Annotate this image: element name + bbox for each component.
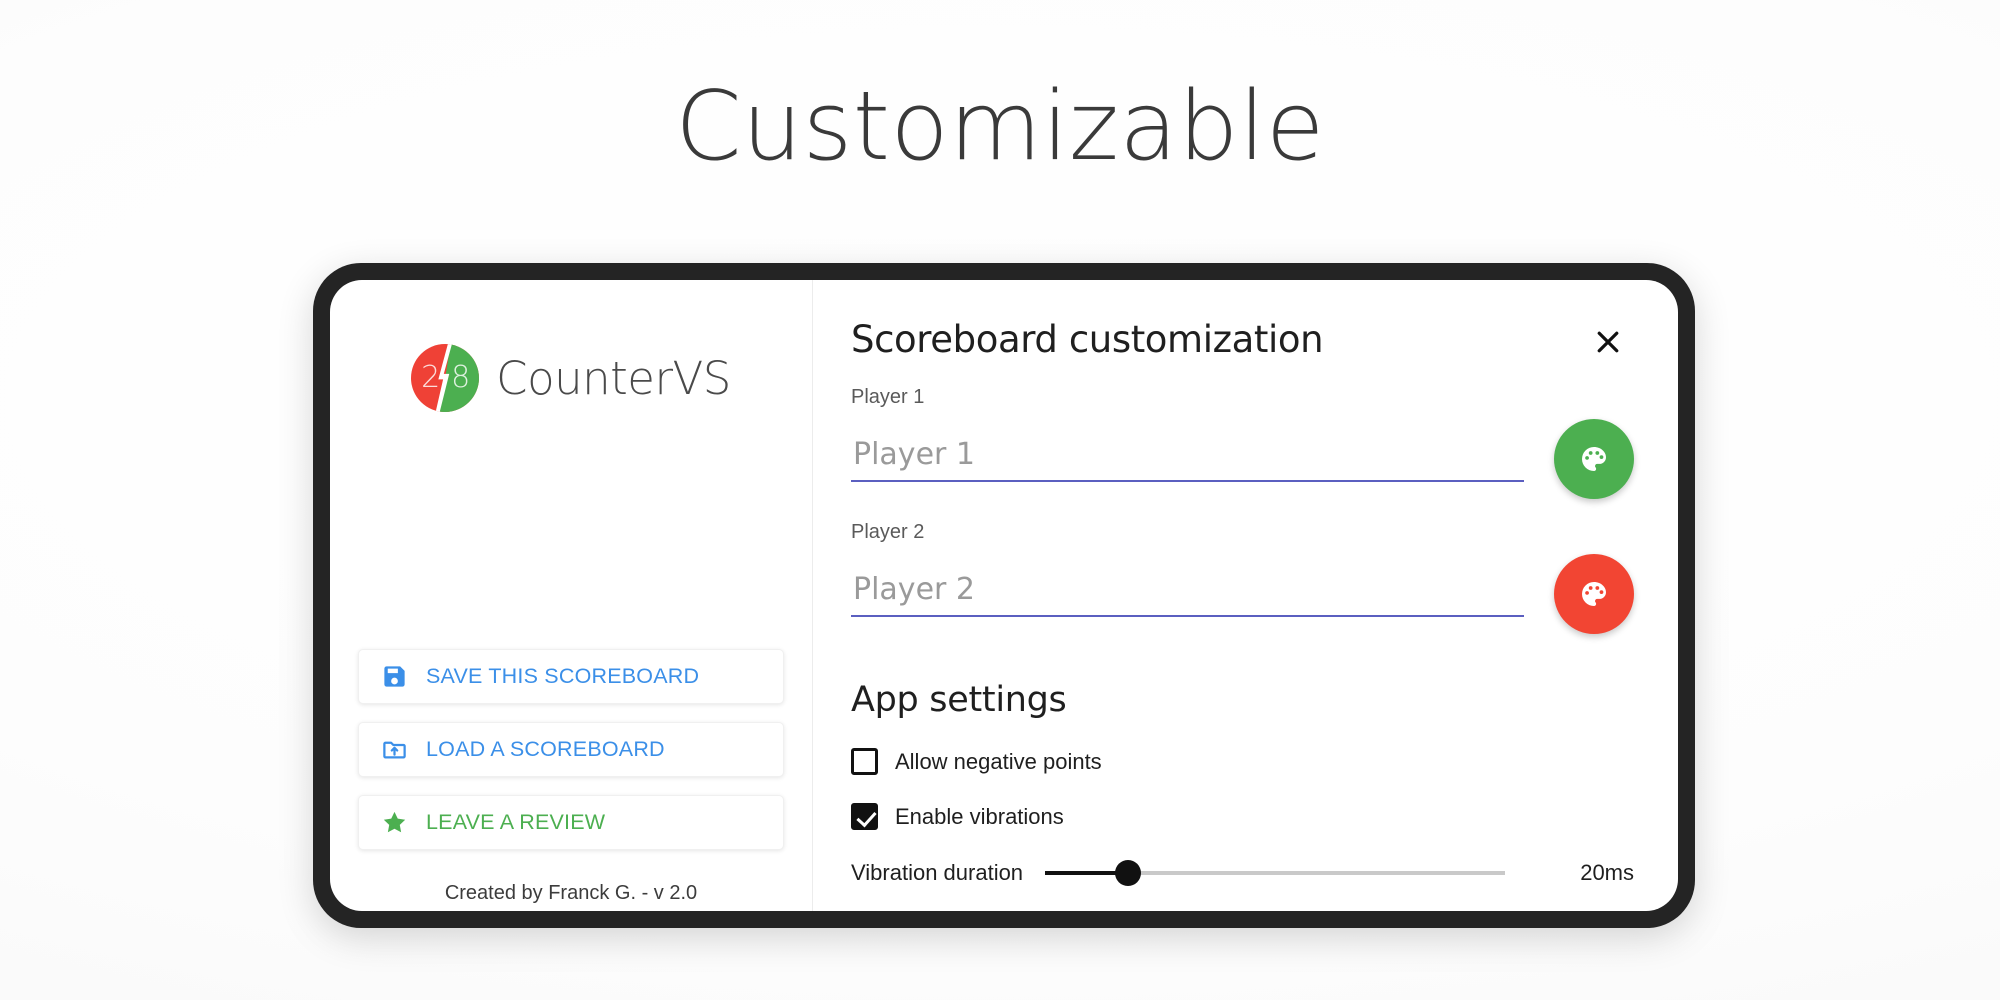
load-scoreboard-label: LOAD A SCOREBOARD [426, 737, 665, 761]
panel-header: Scoreboard customization [851, 318, 1634, 364]
app-settings-title: App settings [851, 680, 1067, 720]
leave-review-button[interactable]: LEAVE A REVIEW [358, 795, 784, 850]
save-scoreboard-button[interactable]: SAVE THIS SCOREBOARD [358, 649, 784, 704]
credits-text: Created by Franck G. - v 2.0 [444, 882, 698, 904]
sidebar-actions: SAVE THIS SCOREBOARD LOAD A SCOREBOARD L… [358, 649, 784, 911]
palette-icon [1582, 582, 1606, 606]
palette-icon [1582, 447, 1606, 471]
player-1-color-button[interactable] [1554, 419, 1634, 499]
allow-negative-points-checkbox[interactable] [851, 748, 878, 775]
enable-vibrations-checkbox[interactable] [851, 803, 878, 830]
panel-title: Scoreboard customization [851, 318, 1324, 361]
phone-frame: 2 8 CounterVS SAVE THIS SCOREBOARD LOAD … [313, 263, 1695, 928]
enable-vibrations-row[interactable]: Enable vibrations [851, 803, 1634, 830]
allow-negative-points-row[interactable]: Allow negative points [851, 748, 1634, 775]
slider-thumb[interactable] [1114, 860, 1141, 886]
load-scoreboard-button[interactable]: LOAD A SCOREBOARD [358, 722, 784, 777]
logo-right-score: 8 [451, 360, 471, 395]
player-2-row [851, 554, 1634, 634]
page-title: Customizable [675, 72, 1325, 182]
phone-screen: 2 8 CounterVS SAVE THIS SCOREBOARD LOAD … [330, 280, 1678, 911]
save-scoreboard-label: SAVE THIS SCOREBOARD [426, 664, 700, 688]
allow-negative-points-label: Allow negative points [895, 748, 1102, 774]
vibration-duration-value: 20ms [1580, 860, 1634, 885]
app-logo-icon: 2 8 [411, 344, 480, 412]
player-2-input[interactable] [851, 571, 1524, 617]
player-1-row [851, 419, 1634, 499]
close-button[interactable] [1586, 320, 1630, 364]
player-2-color-button[interactable] [1554, 554, 1634, 634]
vibration-duration-slider[interactable] [1045, 860, 1506, 886]
brand-name: CounterVS [496, 351, 731, 405]
logo-left-score: 2 [421, 360, 441, 395]
customization-panel: Scoreboard customization Player 1 Player… [813, 280, 1678, 911]
save-icon [381, 663, 408, 690]
vibration-duration-row: Vibration duration 20ms [851, 860, 1634, 886]
player-2-label: Player 2 [851, 521, 925, 543]
close-icon [1597, 331, 1619, 353]
sidebar: 2 8 CounterVS SAVE THIS SCOREBOARD LOAD … [330, 280, 813, 911]
player-1-input-wrap [851, 436, 1524, 482]
folder-upload-icon [381, 736, 408, 763]
player-1-input[interactable] [851, 436, 1524, 482]
player-1-label: Player 1 [851, 386, 925, 408]
leave-review-label: LEAVE A REVIEW [426, 810, 606, 834]
player-1-field-block: Player 1 [851, 386, 1634, 499]
brand: 2 8 CounterVS [411, 344, 731, 412]
star-icon [381, 809, 408, 836]
player-2-field-block: Player 2 [851, 521, 1634, 634]
enable-vibrations-label: Enable vibrations [895, 803, 1064, 829]
player-2-input-wrap [851, 571, 1524, 617]
vibration-duration-label: Vibration duration [851, 860, 1024, 885]
